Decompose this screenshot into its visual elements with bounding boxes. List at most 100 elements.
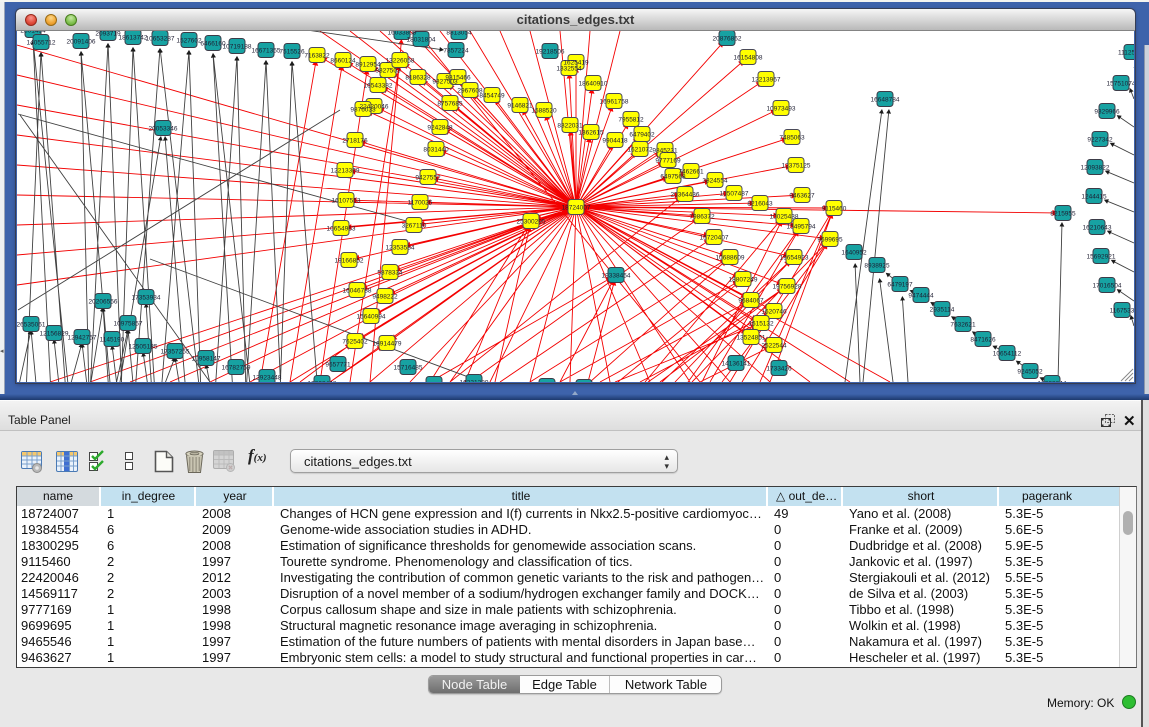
svg-text:5378334: 5378334: [377, 270, 403, 277]
svg-text:8322031: 8322031: [557, 123, 583, 130]
svg-text:13226058: 13226058: [386, 58, 415, 65]
svg-text:17353934: 17353934: [132, 295, 161, 302]
svg-text:7857224: 7857224: [443, 48, 469, 55]
svg-text:19218506: 19218506: [536, 49, 565, 56]
svg-text:9115460: 9115460: [822, 206, 847, 213]
svg-text:9845231: 9845231: [652, 148, 678, 155]
svg-text:10973493: 10973493: [767, 106, 796, 113]
svg-text:11125418: 11125418: [1118, 50, 1134, 57]
svg-text:9876033: 9876033: [350, 107, 376, 114]
svg-text:17357255: 17357255: [161, 349, 190, 356]
svg-text:1621072: 1621072: [627, 147, 653, 154]
svg-text:9904418: 9904418: [602, 138, 628, 145]
svg-text:10719188: 10719188: [223, 44, 252, 51]
svg-text:19166852: 19166852: [335, 258, 364, 265]
svg-text:10507487: 10507487: [720, 191, 749, 198]
svg-text:9227342: 9227342: [1087, 137, 1113, 144]
svg-text:10654112: 10654112: [993, 351, 1022, 358]
svg-text:10958147: 10958147: [192, 356, 221, 363]
svg-text:18613742: 18613742: [119, 35, 148, 42]
svg-text:18724007: 18724007: [562, 205, 591, 212]
svg-text:9657771: 9657771: [325, 362, 351, 369]
svg-text:6479197: 6479197: [887, 282, 913, 289]
svg-text:1527602: 1527602: [176, 38, 202, 45]
svg-text:19756928: 19756928: [773, 284, 802, 291]
svg-text:12213369: 12213369: [331, 168, 360, 175]
svg-text:7163822: 7163822: [304, 53, 330, 60]
svg-text:20364436: 20364436: [671, 192, 700, 199]
svg-text:16107553: 16107553: [332, 198, 361, 205]
svg-text:20053346: 20053346: [149, 126, 178, 133]
svg-text:26535061: 26535061: [17, 322, 46, 329]
svg-text:2093719: 2093719: [95, 31, 121, 38]
svg-text:12213967: 12213967: [752, 77, 781, 84]
svg-text:10025438: 10025438: [770, 214, 799, 221]
svg-text:15640994: 15640994: [357, 314, 386, 321]
svg-text:7625402: 7625402: [342, 339, 368, 346]
svg-text:9699695: 9699695: [817, 237, 843, 244]
svg-text:9427552: 9427552: [415, 175, 441, 182]
svg-text:8938925: 8938925: [864, 263, 890, 270]
svg-text:18807249: 18807249: [729, 277, 758, 284]
svg-text:10653287: 10653287: [146, 36, 175, 43]
svg-text:8216043: 8216043: [747, 201, 773, 208]
svg-text:2801454: 2801454: [20, 31, 46, 35]
svg-text:20876862: 20876862: [713, 36, 742, 43]
svg-text:7986372: 7986372: [689, 214, 715, 221]
svg-text:9242848: 9242848: [427, 125, 453, 132]
svg-text:16914479: 16914479: [373, 341, 402, 348]
svg-text:7955812: 7955812: [618, 117, 644, 124]
svg-text:7485063: 7485063: [779, 135, 805, 142]
svg-text:8031440: 8031440: [423, 147, 449, 154]
svg-text:12544775: 12544775: [420, 382, 449, 383]
svg-text:25300295: 25300295: [517, 219, 546, 226]
svg-text:16782759: 16782759: [222, 365, 251, 372]
svg-text:18640910: 18640910: [579, 81, 608, 88]
svg-text:19203448: 19203448: [308, 381, 337, 383]
svg-text:1640952: 1640952: [841, 250, 867, 257]
svg-text:6479402: 6479402: [629, 132, 655, 139]
svg-text:3824554: 3824554: [702, 178, 728, 185]
svg-text:1244415: 1244415: [1081, 194, 1107, 201]
svg-text:10654963: 10654963: [327, 226, 356, 233]
svg-text:2522544: 2522544: [761, 343, 787, 350]
svg-text:7515526: 7515526: [279, 49, 305, 56]
svg-text:15716485: 15716485: [394, 365, 423, 372]
svg-text:8471626: 8471626: [970, 337, 996, 344]
svg-text:19654923: 19654923: [780, 255, 809, 262]
svg-text:12353584: 12353584: [386, 245, 415, 252]
svg-text:9245052: 9245052: [1017, 369, 1043, 376]
svg-text:8813054: 8813054: [446, 31, 472, 37]
svg-text:15720407: 15720407: [700, 235, 729, 242]
svg-text:2718176: 2718176: [342, 138, 368, 145]
svg-text:9329966: 9329966: [1094, 109, 1120, 116]
svg-text:8186328: 8186328: [405, 75, 431, 82]
svg-text:16543382: 16543382: [364, 83, 393, 90]
svg-text:1145190: 1145190: [100, 337, 125, 344]
svg-text:1362615: 1362615: [578, 130, 604, 137]
svg-text:1167533: 1167533: [1110, 308, 1134, 315]
svg-text:1620746: 1620746: [761, 309, 787, 316]
svg-text:9684067: 9684067: [738, 298, 764, 305]
svg-text:1332554: 1332554: [556, 66, 582, 73]
svg-text:12156829: 12156829: [40, 331, 69, 338]
svg-text:9498222: 9498222: [372, 294, 398, 301]
svg-text:2935114: 2935114: [930, 307, 955, 314]
svg-text:16154808: 16154808: [734, 55, 763, 62]
svg-text:12375125: 12375125: [782, 163, 811, 170]
svg-text:14136141: 14136141: [722, 361, 751, 368]
svg-text:15751074: 15751074: [1107, 81, 1134, 88]
svg-text:9315466: 9315466: [445, 75, 471, 82]
svg-text:8660124: 8660124: [330, 58, 356, 65]
svg-text:9777169: 9777169: [655, 158, 681, 165]
svg-text:8215955: 8215955: [1050, 211, 1076, 218]
svg-text:8757685: 8757685: [437, 101, 463, 108]
svg-text:9474444: 9474444: [908, 293, 934, 300]
svg-text:12505185: 12505185: [129, 344, 158, 351]
svg-text:16231289: 16231289: [460, 380, 489, 383]
svg-text:13524851: 13524851: [737, 335, 766, 342]
svg-text:10223344: 10223344: [1038, 381, 1067, 383]
svg-text:9146821: 9146821: [507, 103, 533, 110]
svg-text:16046788: 16046788: [343, 288, 372, 295]
svg-text:20206556: 20206556: [89, 299, 118, 306]
